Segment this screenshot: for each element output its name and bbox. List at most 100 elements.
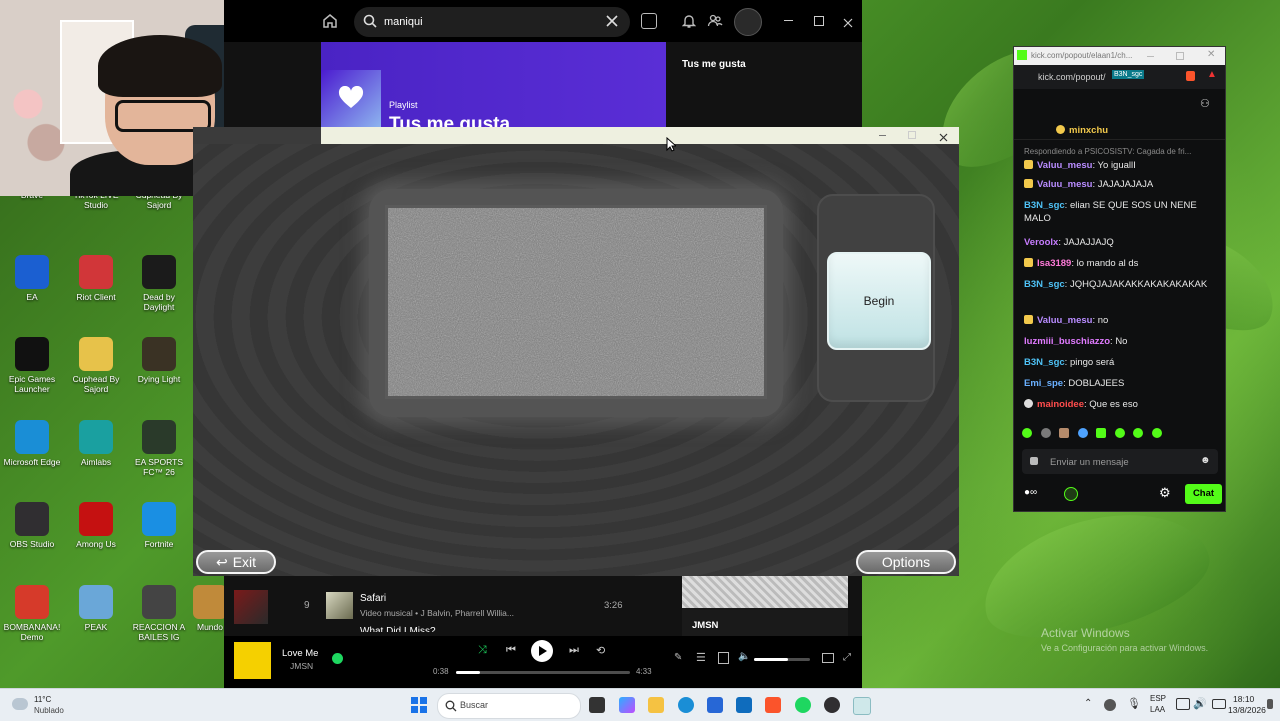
- tray-chevron-icon[interactable]: ⌃: [1084, 698, 1092, 709]
- chat-message[interactable]: B3N_sgc: JQHQJAJAKAKKAKAKAKAKAK: [1024, 278, 1220, 291]
- repeat-icon[interactable]: ⟲: [596, 644, 605, 657]
- chat-message[interactable]: Veroolx: JAJAJJAJQ: [1024, 236, 1220, 249]
- previous-icon[interactable]: ⏮: [506, 644, 516, 657]
- clear-search-icon[interactable]: [606, 15, 618, 30]
- obs-icon[interactable]: [824, 697, 840, 713]
- emote-icon[interactable]: [1133, 428, 1144, 438]
- track-title[interactable]: Safari: [360, 593, 386, 604]
- chat-username[interactable]: B3N_sgc: [1024, 200, 1065, 211]
- chat-message[interactable]: Valuu_mesu: Yo iguallI: [1024, 159, 1220, 172]
- miniplayer-icon[interactable]: [822, 653, 834, 663]
- spotify-search[interactable]: maniqui: [354, 7, 630, 37]
- store-icon[interactable]: [707, 697, 723, 713]
- taskbar-search[interactable]: Buscar: [437, 693, 581, 719]
- warning-icon[interactable]: ▲: [1207, 69, 1217, 80]
- desktop-icon[interactable]: Among Us: [64, 502, 128, 549]
- emote-bar[interactable]: [1022, 428, 1218, 442]
- desktop-icon[interactable]: EA: [0, 255, 64, 302]
- volume-icon[interactable]: 🔈: [738, 651, 750, 662]
- desktop-icon[interactable]: Epic Games Launcher: [0, 337, 64, 394]
- next-icon[interactable]: ⏭: [569, 644, 579, 657]
- emoji-icon[interactable]: ☻: [1200, 455, 1211, 466]
- points-icon[interactable]: ●∞: [1024, 487, 1037, 498]
- battery-icon[interactable]: [1212, 699, 1226, 709]
- emote-icon[interactable]: [1059, 428, 1070, 438]
- brave-icon[interactable]: [765, 697, 781, 713]
- minimize-icon[interactable]: [1147, 56, 1154, 57]
- settings-icon[interactable]: ⚙: [1159, 485, 1171, 501]
- lyrics-icon[interactable]: ✎: [674, 652, 682, 663]
- kick-badge-icon[interactable]: [1064, 487, 1078, 501]
- desktop-icon[interactable]: Microsoft Edge: [0, 420, 64, 467]
- desktop-icon[interactable]: Fortnite: [127, 502, 191, 549]
- chat-username[interactable]: Valuu_mesu: [1037, 179, 1092, 190]
- chat-message[interactable]: Valuu_mesu: no: [1024, 314, 1220, 327]
- desktop-icon[interactable]: BOMBANANA! Demo: [0, 585, 64, 642]
- fullscreen-icon[interactable]: ⤢: [843, 652, 851, 663]
- desktop-icon[interactable]: Cuphead By Sajord: [64, 337, 128, 394]
- emote-icon[interactable]: [1096, 428, 1107, 438]
- desktop-icon[interactable]: EA SPORTS FC™ 26: [127, 420, 191, 477]
- chat-message[interactable]: B3N_sgc: elian SE QUE SOS UN NENE MALO: [1024, 199, 1220, 225]
- minimize-icon[interactable]: [784, 20, 793, 21]
- clock-time[interactable]: 18:10: [1233, 694, 1254, 704]
- windows-start-icon[interactable]: [411, 697, 427, 713]
- chat-username[interactable]: Valuu_mesu: [1037, 160, 1092, 171]
- chat-username[interactable]: B3N_sgc: [1024, 357, 1065, 368]
- artist-card[interactable]: JMSN: [682, 576, 848, 636]
- spotify-icon[interactable]: [795, 697, 811, 713]
- friends-icon[interactable]: [707, 13, 723, 34]
- chat-message[interactable]: B3N_sgc: pingo será: [1024, 356, 1220, 369]
- clock-date[interactable]: 13/8/2026: [1228, 705, 1266, 715]
- desktop-icon[interactable]: OBS Studio: [0, 502, 64, 549]
- microphone-icon[interactable]: 🎙: [1127, 697, 1141, 710]
- brave-shield-icon[interactable]: [1186, 71, 1195, 81]
- track-artists[interactable]: Video musical • J Balvin, Pharrell Willi…: [360, 608, 514, 618]
- chat-username[interactable]: mainoidee: [1037, 399, 1084, 410]
- check-icon[interactable]: [332, 653, 343, 664]
- desktop-icon[interactable]: Riot Client: [64, 255, 128, 302]
- game-app-icon[interactable]: [853, 697, 871, 715]
- chat-message[interactable]: luzmiii_buschiazzo: No: [1024, 335, 1220, 348]
- notification-icon[interactable]: [1267, 699, 1273, 709]
- begin-button[interactable]: Begin: [827, 252, 931, 350]
- send-chat-button[interactable]: Chat: [1185, 484, 1222, 504]
- playlist-banner[interactable]: Playlist Tus me gusta: [321, 42, 666, 135]
- chat-urlbar[interactable]: kick.com/popout/ B3N_sgc ▲: [1014, 65, 1225, 89]
- volume-icon[interactable]: 🔊: [1193, 697, 1207, 710]
- minimize-icon[interactable]: [879, 135, 886, 136]
- close-icon[interactable]: [843, 15, 853, 33]
- language-sub[interactable]: LAA: [1150, 705, 1165, 714]
- network-icon[interactable]: [1176, 698, 1190, 710]
- chat-username[interactable]: Valuu_mesu: [1037, 315, 1092, 326]
- table-row[interactable]: 9 Safari Video musical • J Balvin, Pharr…: [284, 582, 644, 622]
- bell-icon[interactable]: [681, 13, 697, 34]
- emote-icon[interactable]: [1022, 428, 1032, 438]
- maximize-icon[interactable]: [908, 131, 916, 139]
- tray-app-icon[interactable]: [1104, 699, 1116, 711]
- avatar[interactable]: [734, 8, 762, 36]
- chat-input[interactable]: Enviar un mensaje ☻: [1022, 449, 1218, 474]
- user-settings-icon[interactable]: ⚇: [1200, 97, 1210, 110]
- emote-icon[interactable]: [1114, 428, 1125, 438]
- emote-icon[interactable]: [1151, 428, 1162, 438]
- now-playing-cover[interactable]: [234, 642, 271, 679]
- options-button[interactable]: Options: [856, 550, 956, 574]
- copilot-icon[interactable]: [619, 697, 635, 713]
- browse-icon[interactable]: [641, 13, 657, 29]
- desktop-icon[interactable]: PEAK: [64, 585, 128, 632]
- emote-icon[interactable]: [1040, 428, 1051, 438]
- shuffle-icon[interactable]: ⤨: [478, 644, 487, 657]
- chat-username[interactable]: luzmiii_buschiazzo: [1024, 336, 1110, 347]
- desktop-icon[interactable]: Dying Light: [127, 337, 191, 384]
- home-icon[interactable]: [322, 13, 338, 29]
- close-icon[interactable]: ✕: [1207, 49, 1215, 60]
- pinned-bar[interactable]: minxchu: [1014, 121, 1225, 140]
- exit-button[interactable]: ↩ Exit: [196, 550, 276, 574]
- now-playing-artist[interactable]: JMSN: [290, 661, 313, 671]
- emote-icon[interactable]: [1077, 428, 1088, 438]
- file-explorer-icon[interactable]: [648, 697, 664, 713]
- chat-username[interactable]: B3N_sgc: [1024, 279, 1065, 290]
- weather-temp[interactable]: 11°C: [34, 695, 51, 704]
- chat-username[interactable]: Isa3189: [1037, 258, 1071, 269]
